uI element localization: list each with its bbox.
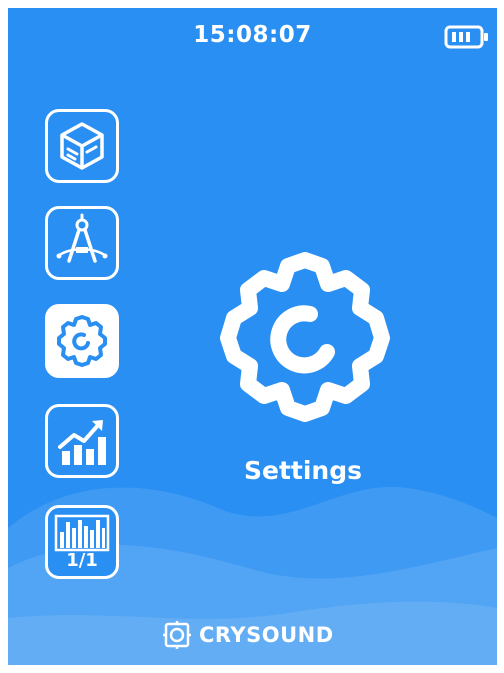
device-screen: 15:08:07 1/1 Settings CRYSOUND — [8, 8, 497, 665]
sidebar-item-settings[interactable] — [45, 304, 119, 378]
gear-icon — [57, 315, 107, 367]
sidebar-item-measure[interactable] — [45, 206, 119, 280]
octave-band-label: 1/1 — [66, 550, 98, 571]
box-3d-icon — [60, 122, 104, 170]
battery-icon — [444, 25, 488, 49]
settings-gear-icon — [220, 252, 390, 422]
sidebar-item-3d-box[interactable] — [45, 109, 119, 183]
current-function-label: Settings — [243, 456, 362, 485]
sidebar-item-octave[interactable]: 1/1 — [45, 505, 119, 579]
chart-trend-icon — [58, 420, 106, 465]
status-time: 15:08:07 — [193, 22, 312, 48]
compass-measure-icon — [56, 213, 108, 263]
brand-name: CRYSOUND — [199, 623, 334, 647]
crysound-logo-icon — [163, 621, 191, 649]
sidebar-item-trend[interactable] — [45, 404, 119, 478]
brand-footer: CRYSOUND — [163, 620, 334, 650]
